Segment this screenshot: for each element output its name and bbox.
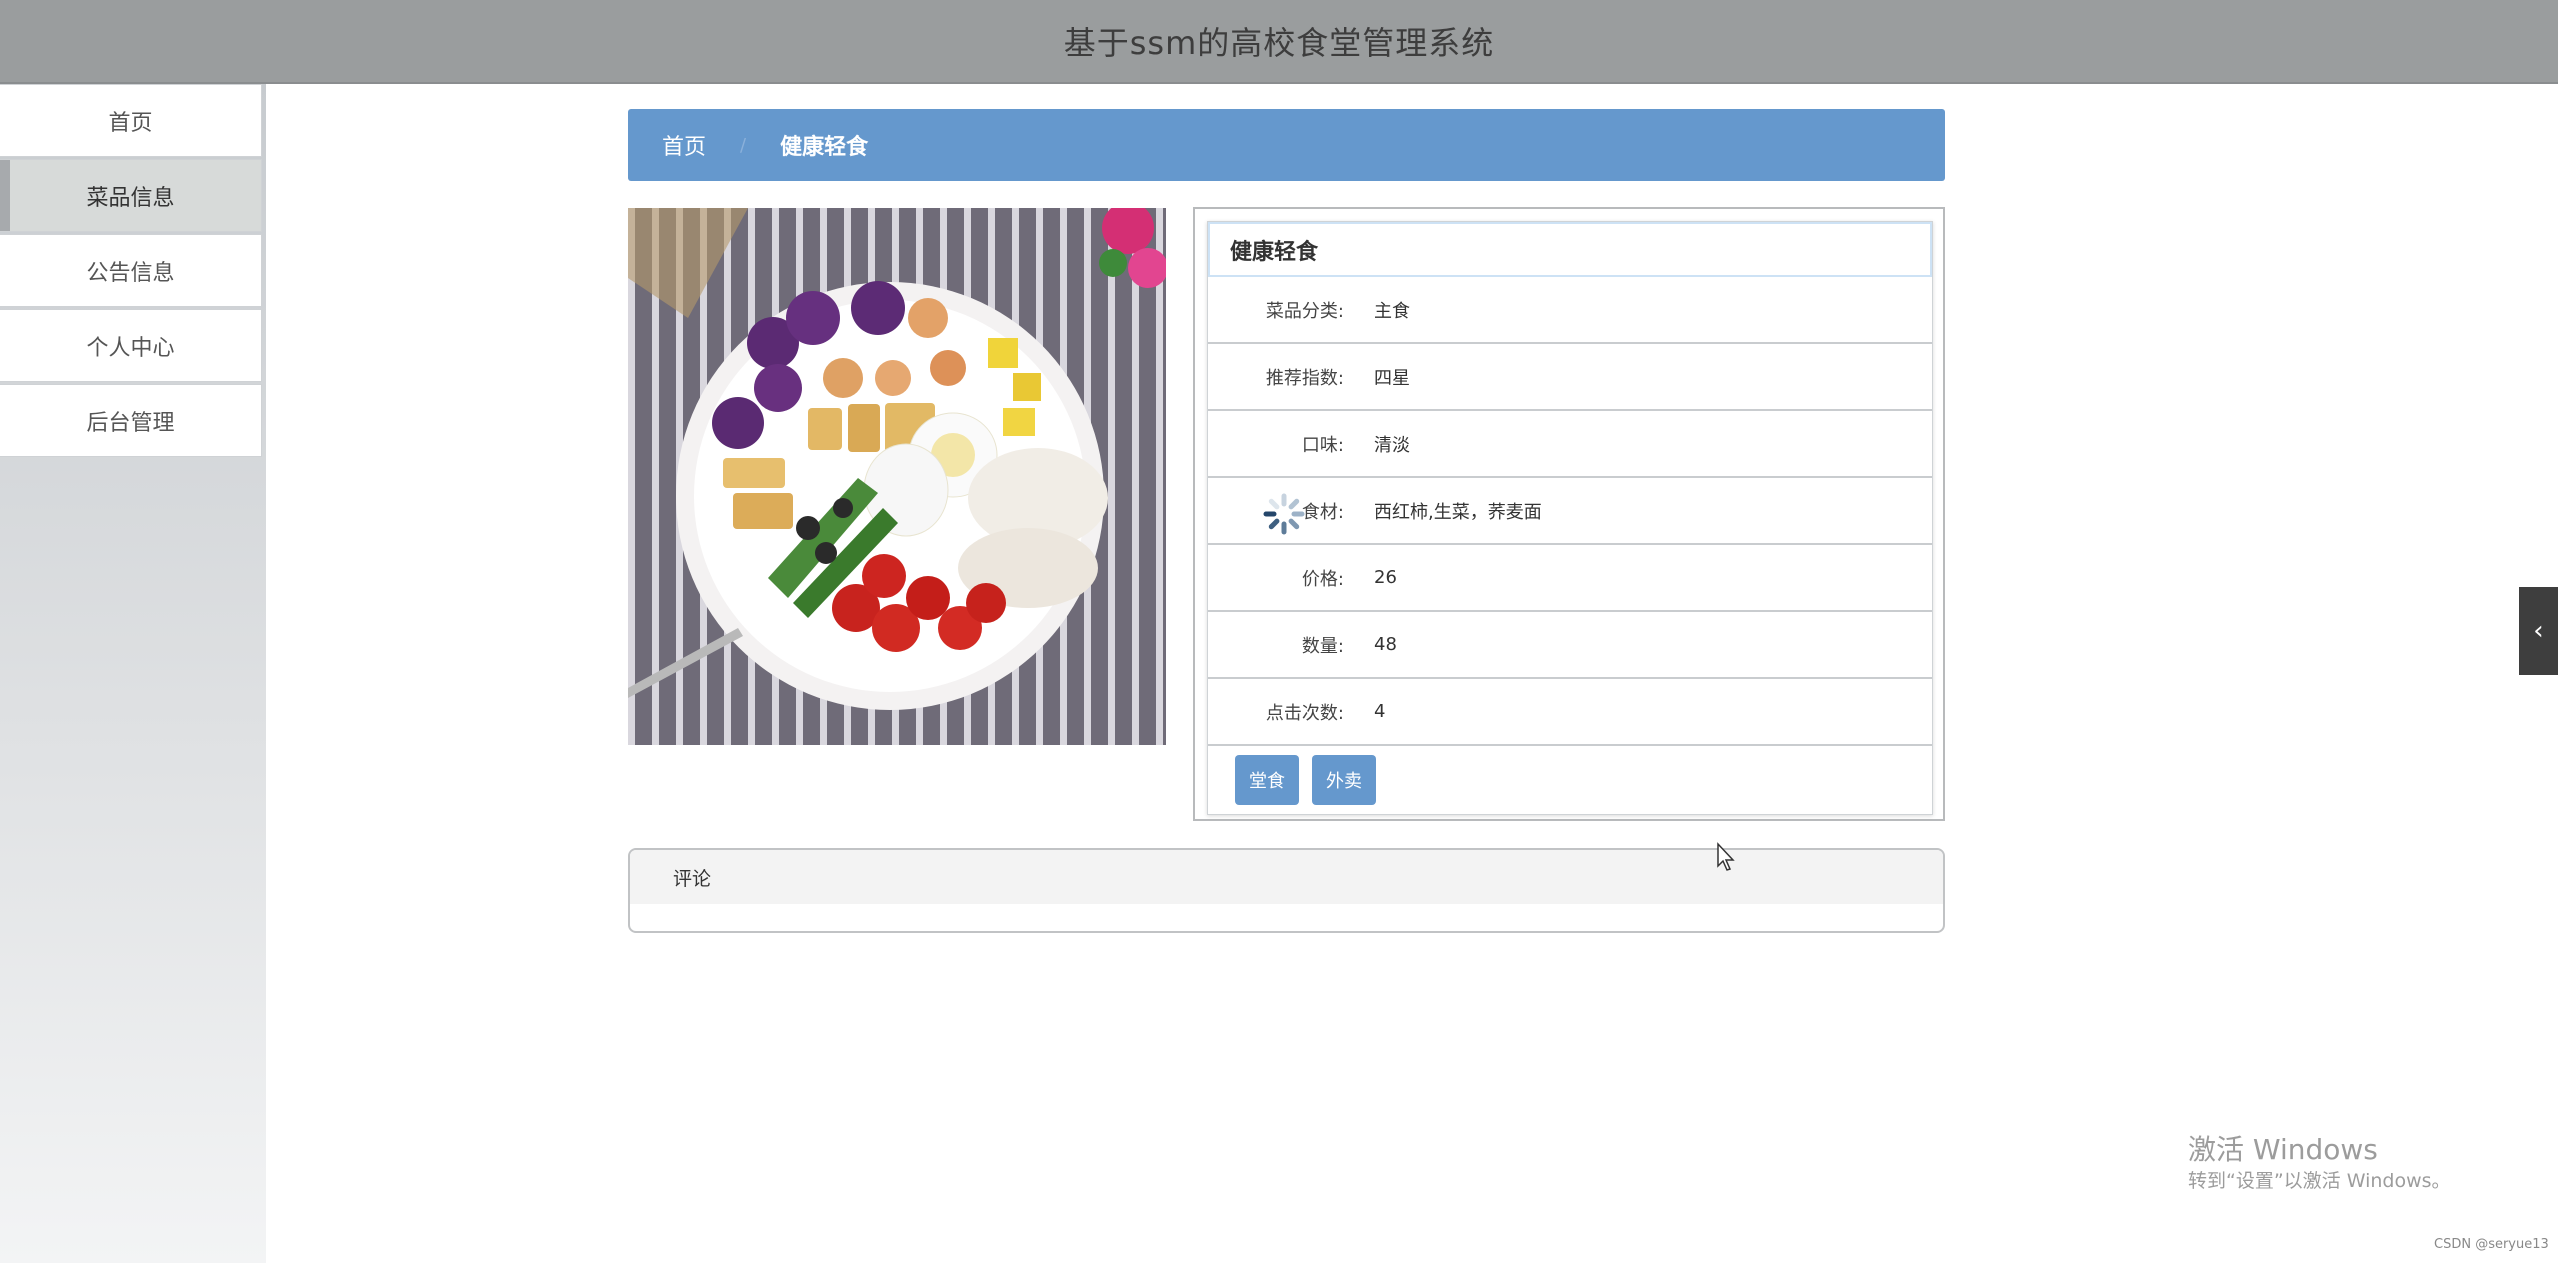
sidebar-item-label: 个人中心: [86, 335, 175, 361]
sidebar-item-dishes[interactable]: 菜品信息: [0, 159, 262, 232]
comment-title: 评论: [630, 850, 1943, 904]
order-button-row: 堂食 外卖: [1208, 746, 1932, 814]
dish-image: [628, 208, 1166, 745]
detail-row-category: 菜品分类: 主食: [1208, 277, 1932, 344]
side-toggle-tab[interactable]: ‹: [2519, 587, 2558, 675]
detail-label: 点击次数:: [1265, 702, 1344, 724]
sidebar-item-label: 菜品信息: [86, 185, 175, 211]
sidebar-item-label: 后台管理: [86, 410, 175, 436]
detail-label: 菜品分类:: [1265, 300, 1344, 322]
detail-label: 推荐指数:: [1265, 367, 1344, 389]
detail-value: 主食: [1374, 300, 1410, 322]
sidebar-item-notices[interactable]: 公告信息: [0, 234, 262, 307]
detail-value: 西红柿,生菜，荞麦面: [1374, 501, 1542, 523]
detail-value: 4: [1374, 701, 1386, 722]
detail-label: 数量:: [1301, 635, 1344, 657]
detail-row-taste: 口味: 清淡: [1208, 411, 1932, 478]
app-title: 基于ssm的高校食堂管理系统: [1063, 24, 1495, 62]
breadcrumb-home-link[interactable]: 首页: [662, 129, 706, 161]
footer-credit: CSDN @seryue13: [2434, 1237, 2549, 1252]
breadcrumb-current: 健康轻食: [780, 135, 869, 160]
comment-panel: 评论: [628, 848, 1945, 933]
detail-value: 26: [1374, 567, 1397, 588]
sidebar-item-label: 公告信息: [86, 260, 175, 286]
breadcrumb-separator: /: [740, 134, 747, 156]
sidebar-item-profile[interactable]: 个人中心: [0, 309, 262, 382]
dish-title: 健康轻食: [1208, 222, 1932, 277]
dine-in-button[interactable]: 堂食: [1235, 755, 1299, 805]
sidebar-item-label: 首页: [108, 110, 153, 136]
detail-label: 价格:: [1301, 568, 1344, 590]
sidebar-item-home[interactable]: 首页: [0, 84, 262, 157]
dish-detail-card: 健康轻食 菜品分类: 主食 推荐指数: 四星 口味: 清淡 食材: 西红柿,生菜…: [1207, 221, 1933, 815]
activation-watermark-subtitle: 转到“设置”以激活 Windows。: [2188, 1170, 2451, 1192]
loading-spinner-icon: [1263, 493, 1305, 535]
breadcrumb: 首页 / 健康轻食: [628, 109, 1945, 181]
sidebar: 首页 菜品信息 公告信息 个人中心 后台管理: [0, 84, 266, 1263]
detail-value: 清淡: [1374, 434, 1410, 456]
takeout-button[interactable]: 外卖: [1312, 755, 1376, 805]
detail-row-clicks: 点击次数: 4: [1208, 679, 1932, 746]
detail-row-ingredients: 食材: 西红柿,生菜，荞麦面: [1208, 478, 1932, 545]
detail-value: 48: [1374, 634, 1397, 655]
activation-watermark-title: 激活 Windows: [2188, 1133, 2378, 1166]
detail-label: 口味:: [1301, 434, 1344, 456]
detail-row-price: 价格: 26: [1208, 545, 1932, 612]
detail-row-quantity: 数量: 48: [1208, 612, 1932, 679]
mouse-cursor-icon: [1717, 842, 1735, 871]
detail-value: 四星: [1374, 367, 1410, 389]
chevron-left-icon: ‹: [2533, 616, 2544, 646]
sidebar-item-admin[interactable]: 后台管理: [0, 384, 262, 457]
detail-row-rating: 推荐指数: 四星: [1208, 344, 1932, 411]
top-header: 基于ssm的高校食堂管理系统: [0, 0, 2558, 84]
